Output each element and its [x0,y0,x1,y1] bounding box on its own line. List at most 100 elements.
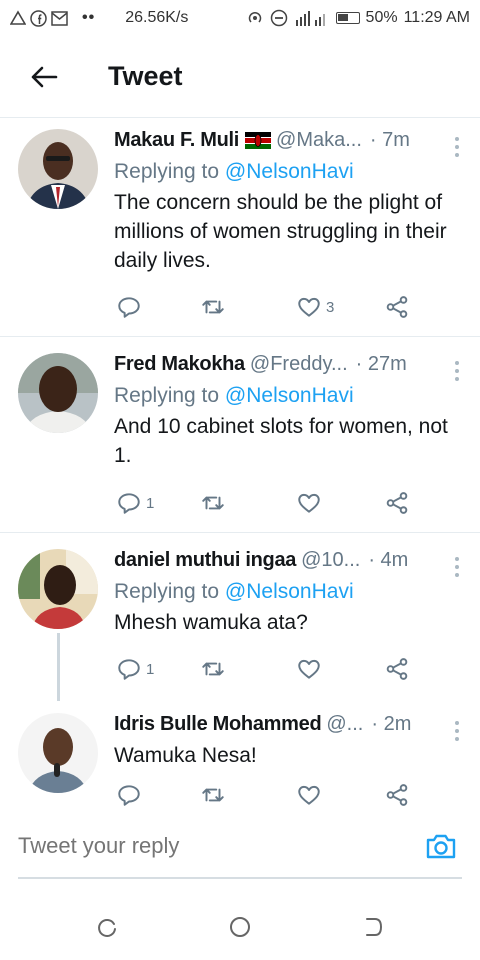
heart-icon [298,785,320,805]
tweet-text: And 10 cabinet slots for women, not 1. [114,415,448,467]
arrow-left-icon [31,66,58,87]
tweet-body: daniel muthui ingaa @10... · 4m Replying… [114,545,462,637]
replies-feed[interactable]: Makau F. Muli @Maka... · 7m Replying to … [0,119,480,809]
system-nav-bar [0,900,480,960]
clock: 11:29 AM [403,9,470,26]
avatar[interactable] [18,549,98,629]
mention-link[interactable]: @NelsonHavi [225,384,354,407]
camera-icon[interactable] [424,829,458,863]
status-bar: •• 26.56K/s 50% 11:29 AM [0,0,480,36]
retweet-icon [202,496,224,510]
heart-icon [298,659,320,679]
author-handle[interactable]: @Maka... [276,129,362,152]
reply-count: 1 [146,660,155,678]
share-icon [386,492,408,514]
back-icon [366,918,383,936]
reply-composer [18,815,462,879]
reply-input[interactable] [18,833,424,859]
thread-connector [57,633,60,701]
replying-to: Replying to @NelsonHavi [114,577,462,606]
more-options-button[interactable] [452,137,462,157]
hotspot-icon [248,11,261,23]
replying-to: Replying to @NelsonHavi [114,381,462,410]
tweet-body: Idris Bulle Mohammed @... · 2m Wamuka Ne… [114,709,462,770]
retweet-icon [202,788,224,802]
avatar[interactable] [18,353,98,433]
replying-to-label: Replying to [114,384,220,407]
status-icons-left: •• 26.56K/s [10,9,188,27]
tweet-time: · 27m [355,352,407,375]
avatar[interactable] [18,713,98,793]
more-options-button[interactable] [452,557,462,577]
author-name[interactable]: daniel muthui ingaa [114,549,296,572]
back-button[interactable] [22,55,66,99]
retweet-button[interactable] [200,490,230,516]
reply-button[interactable] [116,782,146,808]
author-handle[interactable]: @10... [301,549,360,572]
tweet-time: · 4m [368,548,409,571]
status-icons-right: 50% 11:29 AM [246,9,470,27]
recent-apps-button[interactable] [92,912,122,942]
tweet-card[interactable]: daniel muthui ingaa @10... · 4m Replying… [0,533,480,701]
tweet-time: · 7m [369,128,410,151]
author-name[interactable]: Makau F. Muli [114,129,239,152]
tweet-body: Makau F. Muli @Maka... · 7m Replying to … [114,125,462,275]
mention-link[interactable]: @NelsonHavi [225,160,354,183]
tweet-card[interactable]: Fred Makokha @Freddy... · 27m Replying t… [0,337,480,533]
tweet-card[interactable]: Makau F. Muli @Maka... · 7m Replying to … [0,119,480,337]
share-icon [386,296,408,318]
tweet-body: Fred Makokha @Freddy... · 27m Replying t… [114,349,462,470]
like-button[interactable] [296,490,326,516]
home-button[interactable] [225,912,255,942]
tweet-text: Mhesh wamuka ata? [114,611,308,634]
replying-to-label: Replying to [114,160,220,183]
reply-icon [118,493,140,514]
more-options-button[interactable] [452,361,462,381]
reply-button[interactable]: 1 [116,656,154,682]
author-name[interactable]: Fred Makokha [114,353,245,376]
mention-link[interactable]: @NelsonHavi [225,580,354,603]
reply-count: 1 [146,494,155,512]
tweet-meta: Makau F. Muli @Maka... · 7m [114,125,462,155]
tweet-time: · 2m [371,712,412,735]
network-speed: 26.56K/s [125,9,189,26]
retweet-icon [202,300,224,314]
heart-icon [298,493,320,513]
tweet-text: The concern should be the plight of mill… [114,191,447,272]
retweet-button[interactable] [200,656,230,682]
gmail-icon [51,10,68,26]
kenya-flag-icon [245,131,272,149]
tweet-meta: daniel muthui ingaa @10... · 4m [114,545,462,575]
reply-icon [118,297,140,318]
home-icon [230,917,250,937]
like-button[interactable]: 3 [296,294,334,320]
signal-icon [295,11,325,26]
author-name[interactable]: Idris Bulle Mohammed [114,713,322,736]
retweet-icon [202,662,224,676]
author-handle[interactable]: @Freddy... [250,353,348,376]
nav-back-button[interactable] [358,912,388,942]
share-button[interactable] [384,294,410,320]
tweet-actions: 1 [114,487,414,519]
reply-button[interactable]: 1 [116,490,154,516]
replying-to-label: Replying to [114,580,220,603]
retweet-button[interactable] [200,294,230,320]
heart-icon [298,297,320,317]
more-options-button[interactable] [452,721,462,741]
like-button[interactable] [296,782,326,808]
battery-icon [335,12,360,24]
reply-button[interactable] [116,294,146,320]
author-handle[interactable]: @... [326,713,363,736]
replying-to: Replying to @NelsonHavi [114,157,462,186]
retweet-button[interactable] [200,782,230,808]
avatar[interactable] [18,129,98,209]
tweet-actions [114,779,414,809]
like-button[interactable] [296,656,326,682]
like-count: 3 [326,298,335,316]
dnd-icon [270,9,287,27]
share-button[interactable] [384,490,410,516]
tweet-text: Wamuka Nesa! [114,744,257,767]
tweet-card[interactable]: Idris Bulle Mohammed @... · 2m Wamuka Ne… [0,701,480,809]
share-button[interactable] [384,656,410,682]
share-button[interactable] [384,782,410,808]
